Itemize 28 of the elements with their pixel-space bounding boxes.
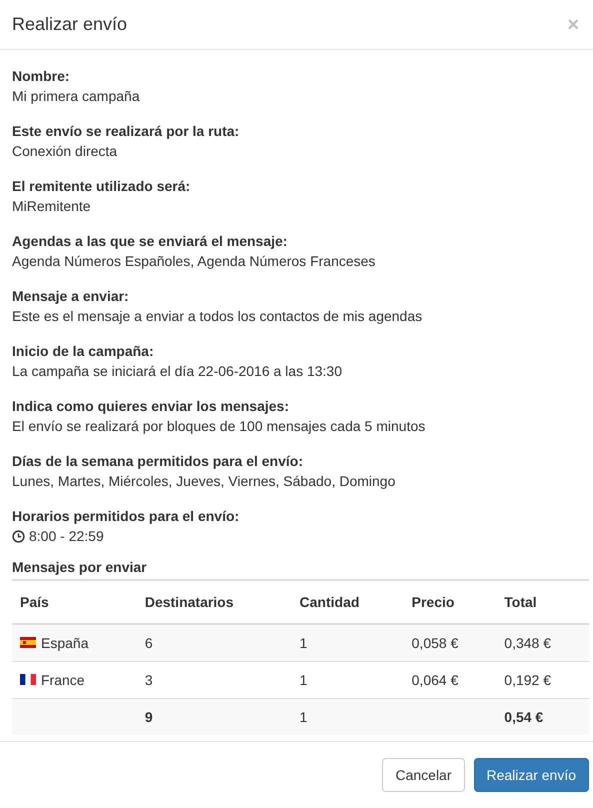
field-value: 8:00 - 22:59 [29, 527, 104, 546]
field-value: La campaña se iniciará el día 22-06-2016 a las 13:30 [12, 362, 342, 381]
clock-icon [12, 530, 25, 542]
total-cell: 0,54 € [496, 698, 589, 735]
total-cell: 9 [136, 698, 292, 735]
cancel-button[interactable]: Cancelar [382, 758, 464, 792]
total-cell: 1 [292, 698, 404, 735]
field-label: Nombre: [12, 67, 71, 86]
modal-title: Realizar envío [12, 14, 128, 35]
field-value: El envío se realizará por bloques de 100 mensajes cada 5 minutos [12, 417, 426, 436]
field-label: Mensaje a enviar: [12, 287, 130, 306]
field-label: Días de la semana permitidos para el envío: [12, 452, 304, 471]
field-value: Conexión directa [12, 142, 118, 161]
field-label: Indica como quieres enviar los mensajes: [12, 397, 290, 416]
field-label: Inicio de la campaña: [12, 342, 155, 361]
field-label: El remitente utilizado será: [12, 177, 192, 196]
field-value: Agenda Números Españoles, Agenda Números Franceses [12, 252, 376, 271]
field-label: Agendas a las que se enviará el mensaje: [12, 232, 288, 251]
field-label: Este envío se realizará por la ruta: [12, 122, 240, 141]
field-value: Mi primera campaña [12, 87, 140, 106]
field-label: Horarios permitidos para el envío: [12, 507, 240, 526]
section-title: Mensajes por enviar [12, 559, 589, 581]
field-value: Lunes, Martes, Miércoles, Jueves, Viernes, Sábado, Domingo [12, 472, 396, 491]
field-value: MiRemitente [12, 197, 91, 216]
field-value: Este es el mensaje a enviar a todos los contactos de mis agendas [12, 307, 422, 326]
flag-icon [20, 637, 36, 648]
flag-icon [20, 674, 36, 686]
submit-button[interactable]: Realizar envío [474, 758, 589, 792]
